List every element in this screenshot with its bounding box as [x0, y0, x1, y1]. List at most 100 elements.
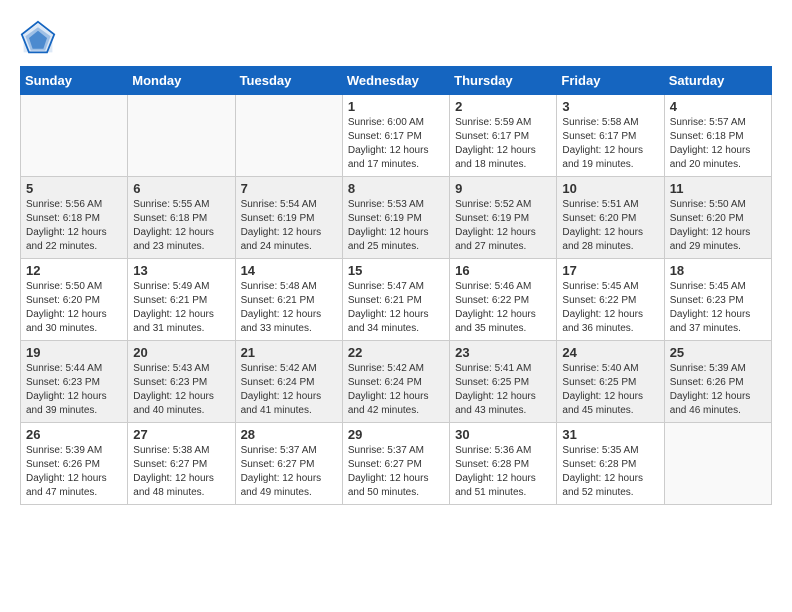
- calendar-day-cell: 9 Sunrise: 5:52 AM Sunset: 6:19 PM Daylig…: [450, 177, 557, 259]
- weekday-header: Wednesday: [342, 67, 449, 95]
- day-info: Sunrise: 5:57 AM Sunset: 6:18 PM Dayligh…: [670, 116, 766, 172]
- calendar-day-cell: 4 Sunrise: 5:57 AM Sunset: 6:18 PM Daylig…: [664, 95, 771, 177]
- day-number: 9: [455, 181, 551, 196]
- day-number: 22: [348, 345, 444, 360]
- calendar-day-cell: 26 Sunrise: 5:39 AM Sunset: 6:26 PM Dayli…: [21, 423, 128, 505]
- day-info: Sunrise: 5:42 AM Sunset: 6:24 PM Dayligh…: [241, 362, 337, 418]
- calendar-week-row: 19 Sunrise: 5:44 AM Sunset: 6:23 PM Dayli…: [21, 341, 772, 423]
- day-info: Sunrise: 5:53 AM Sunset: 6:19 PM Dayligh…: [348, 198, 444, 254]
- calendar-day-cell: 22 Sunrise: 5:42 AM Sunset: 6:24 PM Dayli…: [342, 341, 449, 423]
- day-number: 2: [455, 99, 551, 114]
- day-number: 12: [26, 263, 122, 278]
- calendar-day-cell: [235, 95, 342, 177]
- day-info: Sunrise: 5:41 AM Sunset: 6:25 PM Dayligh…: [455, 362, 551, 418]
- calendar-day-cell: 11 Sunrise: 5:50 AM Sunset: 6:20 PM Dayli…: [664, 177, 771, 259]
- weekday-header: Thursday: [450, 67, 557, 95]
- calendar-week-row: 12 Sunrise: 5:50 AM Sunset: 6:20 PM Dayli…: [21, 259, 772, 341]
- day-number: 29: [348, 427, 444, 442]
- day-info: Sunrise: 5:45 AM Sunset: 6:23 PM Dayligh…: [670, 280, 766, 336]
- calendar-day-cell: 6Sunrise: 5:55 AM Sunset: 6:18 PM Daylig…: [128, 177, 235, 259]
- day-number: 14: [241, 263, 337, 278]
- day-number: 3: [562, 99, 658, 114]
- day-number: 13: [133, 263, 229, 278]
- calendar-day-cell: 27 Sunrise: 5:38 AM Sunset: 6:27 PM Dayli…: [128, 423, 235, 505]
- day-number: 15: [348, 263, 444, 278]
- weekday-header: Monday: [128, 67, 235, 95]
- calendar-day-cell: 13 Sunrise: 5:49 AM Sunset: 6:21 PM Dayli…: [128, 259, 235, 341]
- day-info: Sunrise: 5:37 AM Sunset: 6:27 PM Dayligh…: [348, 444, 444, 500]
- weekday-header: Saturday: [664, 67, 771, 95]
- day-info: Sunrise: 5:56 AM Sunset: 6:18 PM Dayligh…: [26, 198, 122, 254]
- day-number: 18: [670, 263, 766, 278]
- day-number: 1: [348, 99, 444, 114]
- day-number: 19: [26, 345, 122, 360]
- weekday-header-row: SundayMondayTuesdayWednesdayThursdayFrid…: [21, 67, 772, 95]
- day-number: 4: [670, 99, 766, 114]
- day-info: Sunrise: 5:43 AM Sunset: 6:23 PM Dayligh…: [133, 362, 229, 418]
- day-number: 6: [133, 181, 229, 196]
- calendar-day-cell: 31 Sunrise: 5:35 AM Sunset: 6:28 PM Dayli…: [557, 423, 664, 505]
- day-info: Sunrise: 5:52 AM Sunset: 6:19 PM Dayligh…: [455, 198, 551, 254]
- calendar-day-cell: 24 Sunrise: 5:40 AM Sunset: 6:25 PM Dayli…: [557, 341, 664, 423]
- day-number: 17: [562, 263, 658, 278]
- day-info: Sunrise: 5:49 AM Sunset: 6:21 PM Dayligh…: [133, 280, 229, 336]
- logo: [20, 20, 62, 56]
- day-info: Sunrise: 5:38 AM Sunset: 6:27 PM Dayligh…: [133, 444, 229, 500]
- calendar-day-cell: 14Sunrise: 5:48 AM Sunset: 6:21 PM Dayli…: [235, 259, 342, 341]
- calendar-day-cell: 23 Sunrise: 5:41 AM Sunset: 6:25 PM Dayli…: [450, 341, 557, 423]
- day-info: Sunrise: 5:42 AM Sunset: 6:24 PM Dayligh…: [348, 362, 444, 418]
- weekday-header: Friday: [557, 67, 664, 95]
- calendar-day-cell: 7Sunrise: 5:54 AM Sunset: 6:19 PM Daylig…: [235, 177, 342, 259]
- calendar-day-cell: 15 Sunrise: 5:47 AM Sunset: 6:21 PM Dayli…: [342, 259, 449, 341]
- day-number: 21: [241, 345, 337, 360]
- calendar-day-cell: 2 Sunrise: 5:59 AM Sunset: 6:17 PM Daylig…: [450, 95, 557, 177]
- day-number: 7: [241, 181, 337, 196]
- day-info: Sunrise: 5:39 AM Sunset: 6:26 PM Dayligh…: [26, 444, 122, 500]
- calendar-week-row: 26 Sunrise: 5:39 AM Sunset: 6:26 PM Dayli…: [21, 423, 772, 505]
- day-info: Sunrise: 6:00 AM Sunset: 6:17 PM Dayligh…: [348, 116, 444, 172]
- day-number: 11: [670, 181, 766, 196]
- day-number: 24: [562, 345, 658, 360]
- day-number: 5: [26, 181, 122, 196]
- calendar-day-cell: 29 Sunrise: 5:37 AM Sunset: 6:27 PM Dayli…: [342, 423, 449, 505]
- day-info: Sunrise: 5:44 AM Sunset: 6:23 PM Dayligh…: [26, 362, 122, 418]
- day-number: 8: [348, 181, 444, 196]
- calendar-day-cell: 17Sunrise: 5:45 AM Sunset: 6:22 PM Dayli…: [557, 259, 664, 341]
- page-header: [20, 20, 772, 56]
- calendar-day-cell: [21, 95, 128, 177]
- day-number: 23: [455, 345, 551, 360]
- day-info: Sunrise: 5:50 AM Sunset: 6:20 PM Dayligh…: [670, 198, 766, 254]
- day-number: 28: [241, 427, 337, 442]
- calendar-day-cell: 3Sunrise: 5:58 AM Sunset: 6:17 PM Daylig…: [557, 95, 664, 177]
- weekday-header: Tuesday: [235, 67, 342, 95]
- calendar-week-row: 5 Sunrise: 5:56 AM Sunset: 6:18 PM Daylig…: [21, 177, 772, 259]
- calendar-day-cell: 25Sunrise: 5:39 AM Sunset: 6:26 PM Dayli…: [664, 341, 771, 423]
- calendar-week-row: 1 Sunrise: 6:00 AM Sunset: 6:17 PM Daylig…: [21, 95, 772, 177]
- day-info: Sunrise: 5:59 AM Sunset: 6:17 PM Dayligh…: [455, 116, 551, 172]
- day-number: 26: [26, 427, 122, 442]
- day-number: 20: [133, 345, 229, 360]
- day-number: 10: [562, 181, 658, 196]
- day-info: Sunrise: 5:46 AM Sunset: 6:22 PM Dayligh…: [455, 280, 551, 336]
- day-info: Sunrise: 5:37 AM Sunset: 6:27 PM Dayligh…: [241, 444, 337, 500]
- calendar-day-cell: 12 Sunrise: 5:50 AM Sunset: 6:20 PM Dayli…: [21, 259, 128, 341]
- day-number: 25: [670, 345, 766, 360]
- calendar-day-cell: 30Sunrise: 5:36 AM Sunset: 6:28 PM Dayli…: [450, 423, 557, 505]
- day-info: Sunrise: 5:50 AM Sunset: 6:20 PM Dayligh…: [26, 280, 122, 336]
- calendar-day-cell: 8 Sunrise: 5:53 AM Sunset: 6:19 PM Daylig…: [342, 177, 449, 259]
- calendar-day-cell: 5 Sunrise: 5:56 AM Sunset: 6:18 PM Daylig…: [21, 177, 128, 259]
- day-info: Sunrise: 5:40 AM Sunset: 6:25 PM Dayligh…: [562, 362, 658, 418]
- calendar-day-cell: 20 Sunrise: 5:43 AM Sunset: 6:23 PM Dayli…: [128, 341, 235, 423]
- day-info: Sunrise: 5:51 AM Sunset: 6:20 PM Dayligh…: [562, 198, 658, 254]
- calendar-day-cell: 10 Sunrise: 5:51 AM Sunset: 6:20 PM Dayli…: [557, 177, 664, 259]
- logo-icon: [20, 20, 56, 56]
- day-number: 31: [562, 427, 658, 442]
- day-info: Sunrise: 5:36 AM Sunset: 6:28 PM Dayligh…: [455, 444, 551, 500]
- day-info: Sunrise: 5:47 AM Sunset: 6:21 PM Dayligh…: [348, 280, 444, 336]
- calendar-day-cell: 19 Sunrise: 5:44 AM Sunset: 6:23 PM Dayli…: [21, 341, 128, 423]
- day-number: 27: [133, 427, 229, 442]
- day-info: Sunrise: 5:35 AM Sunset: 6:28 PM Dayligh…: [562, 444, 658, 500]
- weekday-header: Sunday: [21, 67, 128, 95]
- calendar-day-cell: 28 Sunrise: 5:37 AM Sunset: 6:27 PM Dayli…: [235, 423, 342, 505]
- calendar-day-cell: 18 Sunrise: 5:45 AM Sunset: 6:23 PM Dayli…: [664, 259, 771, 341]
